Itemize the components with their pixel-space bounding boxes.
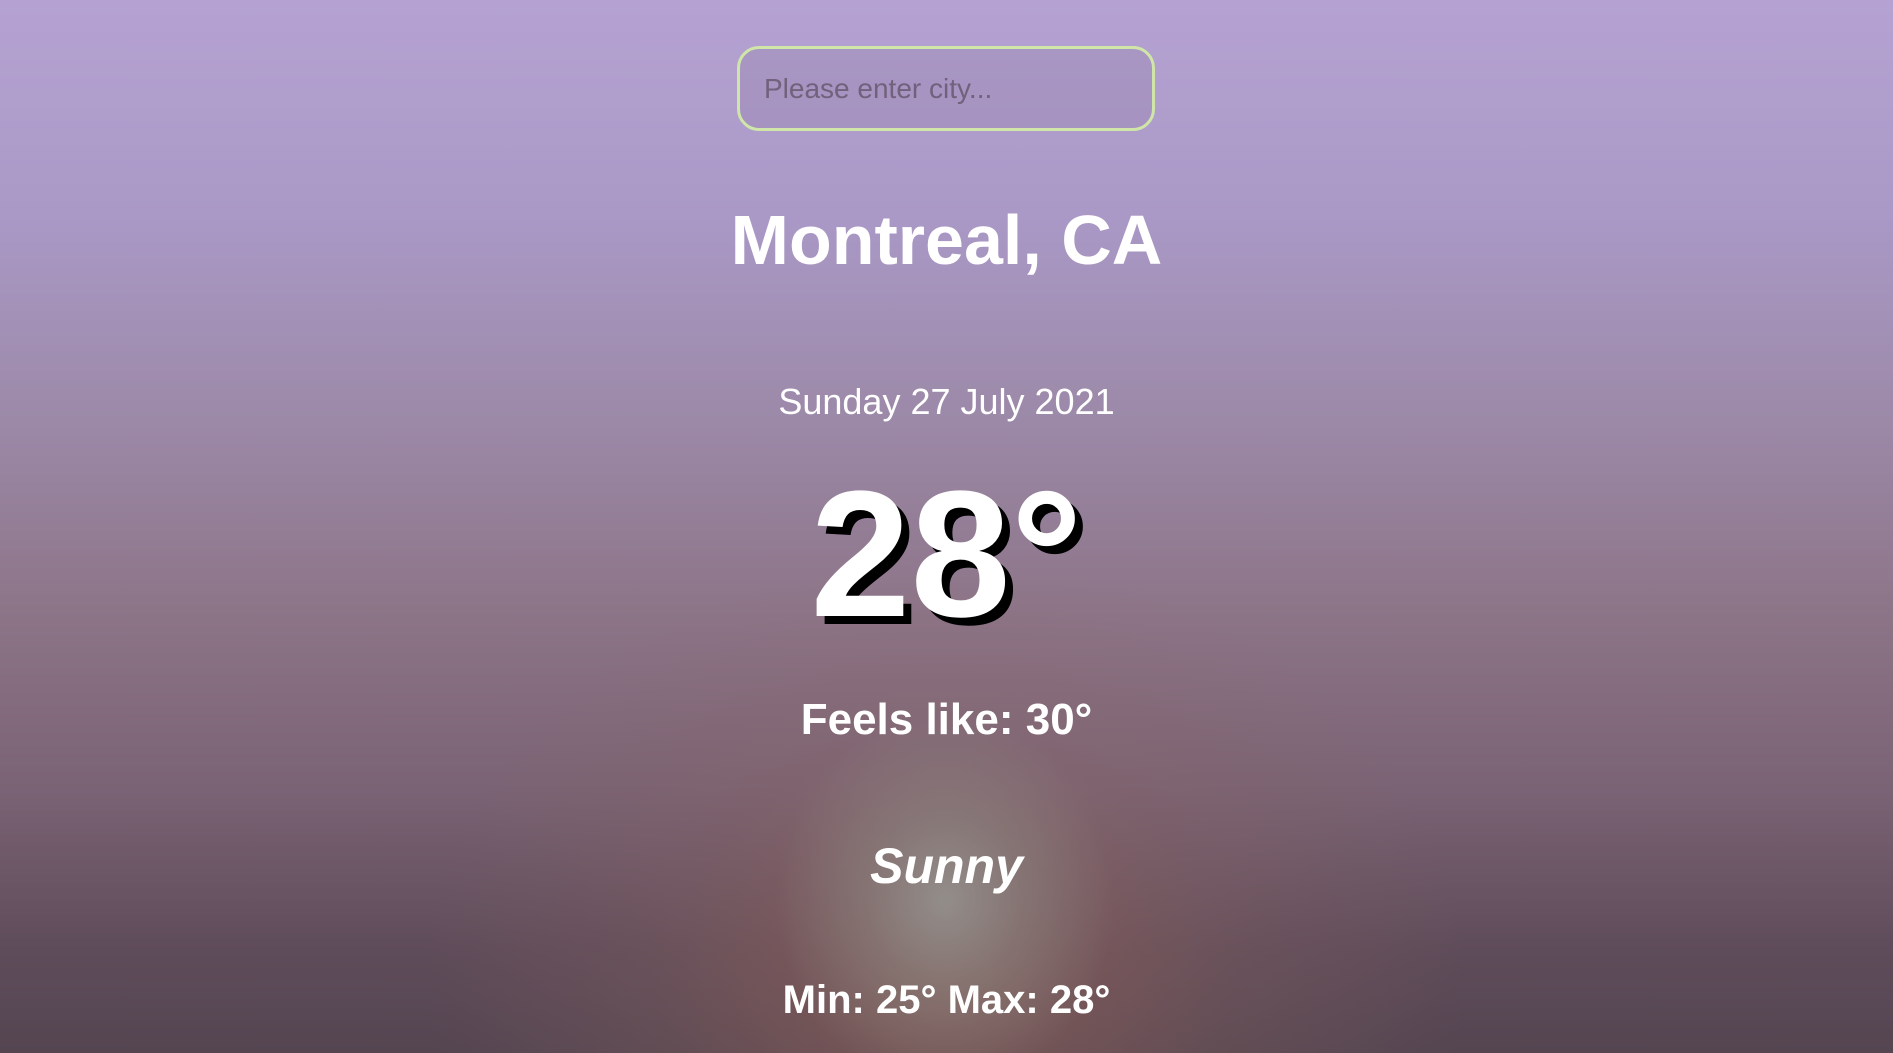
weather-condition: Sunny [870, 838, 1023, 894]
city-search-input[interactable] [737, 46, 1155, 131]
current-temperature: 28° [810, 454, 1083, 655]
min-max-temperature: Min: 25° Max: 28° [782, 978, 1111, 1022]
current-date: Sunday 27 July 2021 [778, 381, 1115, 422]
feels-like-temperature: Feels like: 30° [800, 695, 1093, 744]
location-title: Montreal, CA [730, 201, 1163, 279]
weather-app: Montreal, CA Sunday 27 July 2021 28° Fee… [0, 0, 1893, 1053]
search-box [737, 46, 1155, 131]
